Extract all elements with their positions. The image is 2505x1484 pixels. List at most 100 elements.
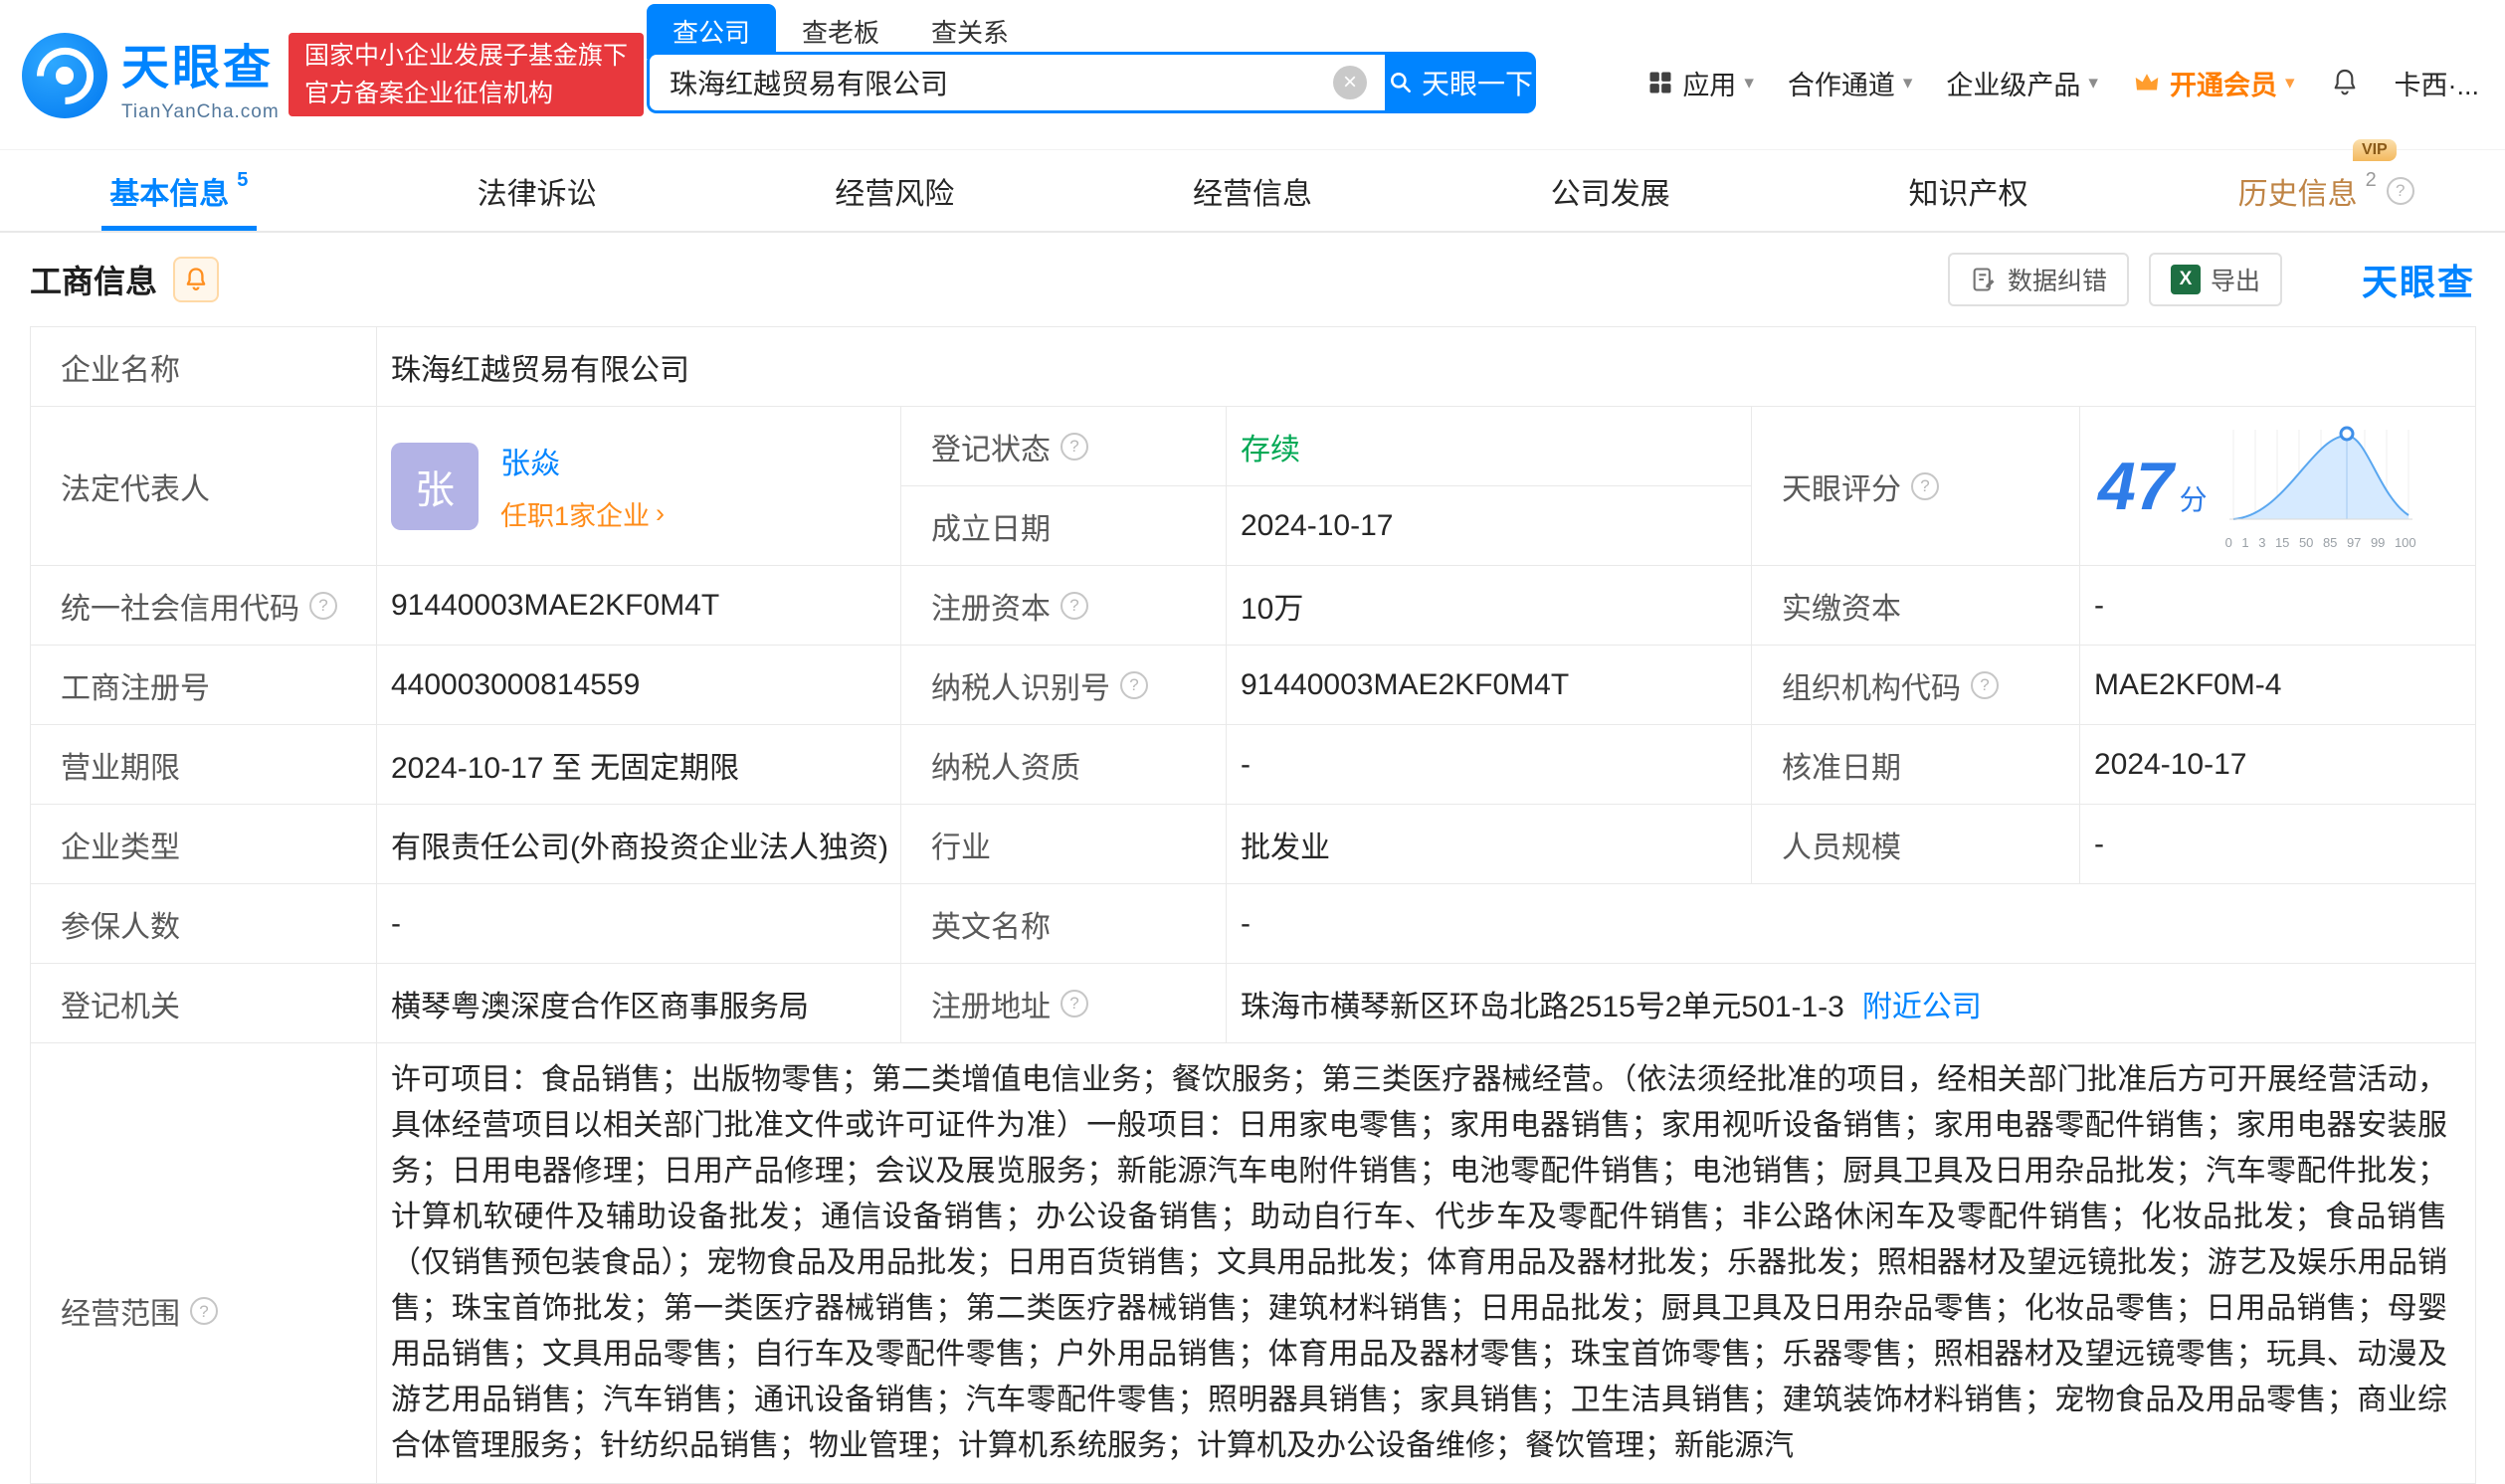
subscribe-bell-button[interactable]: [173, 257, 219, 302]
help-icon[interactable]: ?: [2387, 177, 2414, 205]
search-tab-boss[interactable]: 查老板: [776, 4, 905, 59]
search-tab-relation[interactable]: 查关系: [905, 4, 1035, 59]
export-button[interactable]: X 导出: [2149, 253, 2282, 306]
nav-cooperation[interactable]: 合作通道 ▾: [1788, 64, 1913, 102]
tianyancha-logo-icon: [22, 33, 107, 118]
search-button[interactable]: 天眼一下: [1385, 52, 1536, 113]
tab-basic-info[interactable]: 基本信息 5: [0, 150, 358, 231]
score-chart: 0131550859799100: [2225, 422, 2416, 550]
tab-label: 基本信息: [109, 169, 229, 213]
company-type-value: 有限责任公司(外商投资企业法人独资): [377, 805, 901, 884]
help-icon[interactable]: ?: [1060, 990, 1088, 1018]
establish-date-label: 成立日期: [901, 486, 1227, 566]
nav-apps[interactable]: 应用 ▾: [1646, 64, 1754, 102]
tab-label: 经营风险: [835, 169, 954, 213]
help-icon[interactable]: ?: [1060, 592, 1088, 620]
credit-code-value: 91440003MAE2KF0M4T: [377, 566, 901, 646]
notifications[interactable]: [2329, 67, 2361, 98]
tab-label: 历史信息: [2238, 169, 2358, 213]
business-info-header: 工商信息 数据纠错 X 导出 天眼查: [0, 233, 2505, 326]
table-row: 企业名称 珠海红越贸易有限公司: [31, 327, 2476, 407]
chevron-down-icon: ▾: [2088, 72, 2098, 94]
legal-rep-name-link[interactable]: 张焱: [500, 439, 665, 482]
reg-status-value: 存续: [1227, 407, 1752, 486]
nav-open-membership[interactable]: 开通会员 ▾: [2132, 64, 2295, 102]
tab-legal-proceedings[interactable]: 法律诉讼: [358, 150, 716, 231]
tab-operating-risk[interactable]: 经营风险: [715, 150, 1073, 231]
establish-date-value: 2024-10-17: [1227, 486, 1752, 566]
help-icon[interactable]: ?: [190, 1297, 218, 1325]
data-correction-label: 数据纠错: [2008, 262, 2107, 297]
clear-search-icon[interactable]: ×: [1333, 66, 1367, 99]
vip-badge: VIP: [2353, 139, 2397, 161]
table-row: 工商注册号 440003000814559 纳税人识别号? 91440003MA…: [31, 646, 2476, 725]
crown-icon: [2132, 68, 2162, 97]
chevron-down-icon: ▾: [2285, 72, 2295, 94]
section-title: 工商信息: [30, 257, 157, 302]
help-icon[interactable]: ?: [1911, 472, 1939, 500]
grid-icon: [1646, 69, 1674, 96]
business-scope-value: 许可项目：食品销售；出版物零售；第二类增值电信业务；餐饮服务；第三类医疗器械经营…: [377, 1043, 2476, 1484]
table-row: 法定代表人 张 张焱 任职1家企业 › 登记状态? 存续 天眼评分? 47分: [31, 407, 2476, 486]
tab-count: 5: [237, 169, 248, 192]
company-section-tabs: 基本信息 5 法律诉讼 经营风险 经营信息 公司发展 知识产权 VIP 历史信息…: [0, 149, 2505, 233]
data-correction-button[interactable]: 数据纠错: [1948, 253, 2129, 306]
help-icon[interactable]: ?: [1971, 671, 1999, 699]
credit-code-label: 统一社会信用代码?: [31, 566, 377, 646]
brand-name: 天眼查: [121, 28, 280, 97]
search-box: ×: [647, 52, 1385, 113]
tianyancha-logo[interactable]: 天眼查 TianYanCha.com: [22, 28, 280, 123]
score-cell: 47分: [2080, 407, 2476, 566]
chevron-down-icon: ▾: [1903, 72, 1913, 94]
tab-history-info[interactable]: VIP 历史信息 2 ?: [2147, 150, 2505, 231]
insured-label: 参保人数: [31, 884, 377, 964]
tab-intellectual-property[interactable]: 知识产权: [1790, 150, 2148, 231]
table-row: 统一社会信用代码? 91440003MAE2KF0M4T 注册资本? 10万 实…: [31, 566, 2476, 646]
search-tabs: 查公司 查老板 查关系: [647, 4, 1035, 59]
company-name-value: 珠海红越贸易有限公司: [377, 327, 2476, 407]
search-input[interactable]: [650, 67, 1333, 98]
help-icon[interactable]: ?: [309, 592, 337, 620]
taxpayer-id-label: 纳税人识别号?: [901, 646, 1227, 725]
score-chart-axis: 0131550859799100: [2225, 535, 2416, 550]
avatar[interactable]: 张: [391, 443, 479, 530]
business-term-value: 2024-10-17 至 无固定期限: [377, 725, 901, 805]
bell-icon: [182, 266, 210, 293]
edit-document-icon: [1970, 266, 1998, 293]
business-info-table: 企业名称 珠海红越贸易有限公司 法定代表人 张 张焱 任职1家企业 › 登记状态…: [30, 326, 2476, 1484]
score-value: 47分: [2098, 453, 2208, 520]
logo-text: 天眼查 TianYanCha.com: [121, 28, 280, 123]
nav-membership-label: 开通会员: [2170, 64, 2277, 102]
search-tab-company[interactable]: 查公司: [647, 4, 776, 59]
badge-line-2: 官方备案企业征信机构: [304, 75, 628, 112]
score-label: 天眼评分?: [1752, 407, 2080, 566]
company-type-label: 企业类型: [31, 805, 377, 884]
export-label: 导出: [2211, 262, 2260, 297]
company-name-label: 企业名称: [31, 327, 377, 407]
business-scope-label: 经营范围?: [31, 1043, 377, 1484]
reg-status-label: 登记状态?: [901, 407, 1227, 486]
taxpayer-id-value: 91440003MAE2KF0M4T: [1227, 646, 1752, 725]
english-name-value: -: [1227, 884, 2476, 964]
legal-rep-positions-link[interactable]: 任职1家企业 ›: [500, 494, 665, 533]
approval-date-value: 2024-10-17: [2080, 725, 2476, 805]
tab-company-development[interactable]: 公司发展: [1432, 150, 1790, 231]
help-icon[interactable]: ?: [1120, 671, 1148, 699]
tab-operating-info[interactable]: 经营信息: [1073, 150, 1432, 231]
nearby-companies-link[interactable]: 附近公司: [1862, 991, 1982, 1023]
staff-size-label: 人员规模: [1752, 805, 2080, 884]
paid-capital-value: -: [2080, 566, 2476, 646]
tab-count: 2: [2366, 169, 2377, 192]
chevron-down-icon: ▾: [1744, 72, 1754, 94]
reg-address-label: 注册地址?: [901, 964, 1227, 1043]
search-icon: [1388, 70, 1414, 95]
approval-date-label: 核准日期: [1752, 725, 2080, 805]
table-row: 营业期限 2024-10-17 至 无固定期限 纳税人资质 - 核准日期 202…: [31, 725, 2476, 805]
user-account[interactable]: 卡西·...: [2395, 64, 2480, 102]
help-icon[interactable]: ?: [1060, 433, 1088, 461]
nav-enterprise-products[interactable]: 企业级产品 ▾: [1946, 64, 2098, 102]
chevron-right-icon: ›: [656, 498, 665, 529]
english-name-label: 英文名称: [901, 884, 1227, 964]
org-code-label: 组织机构代码?: [1752, 646, 2080, 725]
search-button-label: 天眼一下: [1422, 63, 1533, 102]
